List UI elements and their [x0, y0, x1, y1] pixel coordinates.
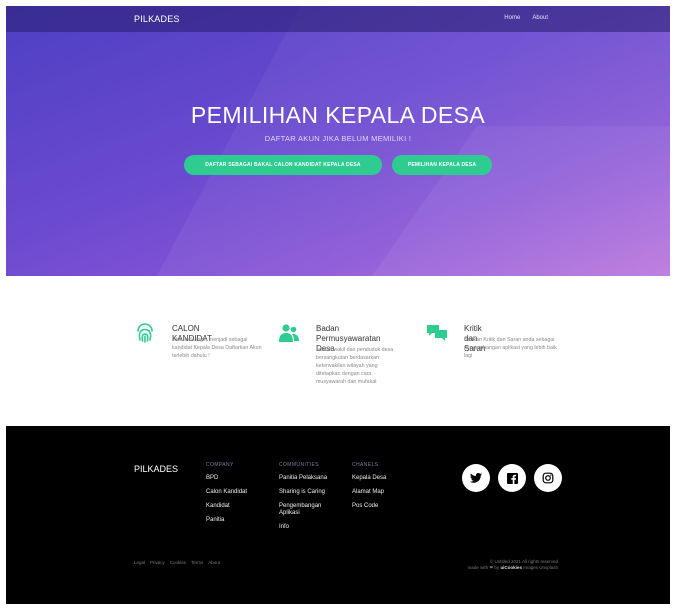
legal-link[interactable]: Legal — [134, 560, 145, 565]
footer-link[interactable]: Panitia Pelaksana — [279, 475, 339, 482]
hero-buttons: DAFTAR SEBAGAI BAKAL CALON KANDIDAT KEPA… — [6, 155, 670, 175]
footer-link[interactable]: Pengembangan Aplikasi — [279, 503, 331, 517]
feature-description: Berikan Kritik dan Saran anda sebagai pe… — [464, 337, 557, 359]
footer-column-communities: COMMUNITIES Panitia Pelaksana Sharing is… — [279, 462, 339, 538]
footer-link[interactable]: Panitia — [206, 517, 266, 524]
social-links — [462, 464, 562, 492]
footer-link[interactable]: Kandidat — [206, 503, 266, 510]
hero-section: PILKADES Home About PEMILIHAN KEPALA DES… — [6, 6, 670, 276]
nav-link-home[interactable]: Home — [504, 15, 520, 21]
navbar: PILKADES Home About — [6, 6, 670, 32]
chat-icon — [426, 322, 448, 344]
footer-brand[interactable]: PILKADES — [134, 464, 178, 474]
instagram-icon[interactable] — [534, 464, 562, 492]
fingerprint-icon — [134, 322, 156, 344]
feature-description: Jika anda ingin menjadi sebagai kandidat… — [172, 337, 262, 359]
hero-subtitle: DAFTAR AKUN JIKA BELUM MEMILIKI ! — [264, 134, 412, 143]
footer-column-chanels: CHANELS Kepala Desa Alamat Map Pos Code — [352, 462, 412, 517]
made-with-line: made with ❤ by uiCookies Images Unsplash — [468, 565, 558, 571]
election-button[interactable]: PEMILIHAN KEPALA DESA — [392, 155, 492, 175]
cookies-link[interactable]: Cookies — [170, 560, 186, 565]
twitter-icon[interactable] — [462, 464, 490, 492]
footer-link[interactable]: Sharing is Caring — [279, 489, 339, 496]
footer-column-company: COMPANY BPD Calon Kandidat Kandidat Pani… — [206, 462, 266, 531]
page: PILKADES Home About PEMILIHAN KEPALA DES… — [6, 6, 670, 604]
brand-logo[interactable]: PILKADES — [134, 14, 180, 24]
register-candidate-button[interactable]: DAFTAR SEBAGAI BAKAL CALON KANDIDAT KEPA… — [184, 155, 382, 175]
footer-link[interactable]: Alamat Map — [352, 489, 412, 496]
footer-link[interactable]: Info — [279, 524, 339, 531]
made-with-prefix: made with ❤ by — [467, 565, 500, 570]
made-with-author[interactable]: uiCookies — [500, 565, 522, 570]
hero-content: PEMILIHAN KEPALA DESA DAFTAR AKUN JIKA B… — [6, 102, 670, 175]
facebook-icon[interactable] — [498, 464, 526, 492]
footer-link[interactable]: BPD — [206, 475, 266, 482]
copyright: © Untitled 2021 All rights reserved made… — [468, 559, 558, 571]
footer-link[interactable]: Calon Kandidat — [206, 489, 266, 496]
footer-link[interactable]: Kepala Desa — [352, 475, 412, 482]
feature-description: adalah wakil dari penduduk desa bersangk… — [316, 347, 394, 385]
footer: PILKADES COMPANY BPD Calon Kandidat Kand… — [6, 426, 670, 604]
hero-title: PEMILIHAN KEPALA DESA — [190, 102, 486, 128]
footer-column-heading: COMPANY — [206, 462, 234, 468]
footer-column-heading: COMMUNITIES — [279, 462, 319, 468]
footer-link[interactable]: Pos Code — [352, 503, 412, 510]
about-link[interactable]: About — [208, 560, 220, 565]
terms-link[interactable]: Terms — [191, 560, 203, 565]
made-with-suffix: Images Unsplash — [523, 565, 558, 570]
users-icon — [278, 322, 300, 344]
nav-link-about[interactable]: About — [532, 15, 548, 21]
footer-column-heading: CHANELS — [352, 462, 379, 468]
privacy-link[interactable]: Privacy — [150, 560, 165, 565]
nav-links: Home About — [504, 15, 548, 21]
features-section: CALON KANDIDAT Jika anda ingin menjadi s… — [6, 276, 670, 426]
legal-links: Legal Privacy Cookies Terms About — [134, 560, 220, 565]
